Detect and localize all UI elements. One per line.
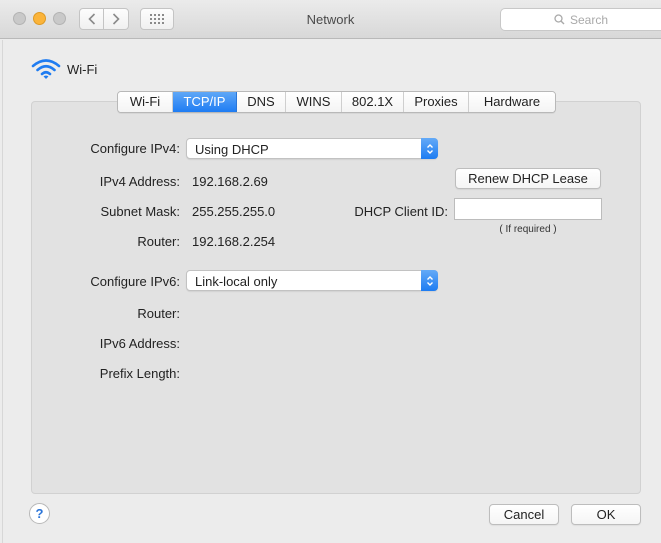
- cancel-button[interactable]: Cancel: [489, 504, 559, 525]
- configure-ipv4-label: Configure IPv4:: [90, 141, 180, 156]
- tab-wins[interactable]: WINS: [286, 92, 342, 112]
- ipv4-address-value: 192.168.2.69: [192, 174, 268, 189]
- window-edge: [0, 40, 3, 543]
- popup-arrows-icon: [421, 138, 438, 159]
- configure-ipv6-label: Configure IPv6:: [90, 274, 180, 289]
- ipv6-address-label: IPv6 Address:: [99, 336, 180, 351]
- tab-tcpip[interactable]: TCP/IP: [173, 92, 237, 112]
- wifi-icon: [31, 59, 61, 79]
- popup-arrows-icon: [421, 270, 438, 291]
- help-button[interactable]: ?: [29, 503, 50, 524]
- ipv4-router-value: 192.168.2.254: [192, 234, 276, 249]
- subnet-mask-value: 255.255.255.0: [192, 204, 276, 219]
- tab-bar: Wi-Fi TCP/IP DNS WINS 802.1X Proxies Har…: [117, 91, 556, 113]
- ipv4-address-label: IPv4 Address:: [99, 174, 180, 189]
- prefix-length-label: Prefix Length:: [99, 366, 180, 381]
- configure-ipv6-value: Link-local only: [195, 274, 278, 289]
- dhcp-client-id-field[interactable]: [454, 198, 602, 220]
- subnet-mask-label: Subnet Mask:: [100, 204, 181, 219]
- search-input[interactable]: Search: [500, 8, 661, 31]
- tab-hardware[interactable]: Hardware: [469, 92, 555, 112]
- search-placeholder: Search: [569, 12, 609, 27]
- interface-header: Wi-Fi: [31, 58, 97, 80]
- configure-ipv4-value: Using DHCP: [195, 142, 269, 157]
- dhcp-client-id-label: DHCP Client ID:: [354, 204, 448, 219]
- tab-proxies[interactable]: Proxies: [404, 92, 469, 112]
- configure-ipv4-popup[interactable]: Using DHCP: [186, 138, 438, 159]
- interface-name: Wi-Fi: [67, 61, 98, 77]
- ok-button[interactable]: OK: [571, 504, 641, 525]
- ipv6-router-label: Router:: [137, 306, 180, 321]
- renew-dhcp-lease-button[interactable]: Renew DHCP Lease: [455, 168, 601, 189]
- title-bar: Network Search: [0, 0, 661, 39]
- ipv4-router-label: Router:: [137, 234, 180, 249]
- configure-ipv6-popup[interactable]: Link-local only: [186, 270, 438, 291]
- settings-panel: [31, 101, 641, 494]
- tab-wifi[interactable]: Wi-Fi: [118, 92, 173, 112]
- tab-dns[interactable]: DNS: [237, 92, 286, 112]
- search-icon: [554, 14, 565, 25]
- client-id-note: ( If required ): [499, 224, 557, 235]
- tab-8021x[interactable]: 802.1X: [342, 92, 404, 112]
